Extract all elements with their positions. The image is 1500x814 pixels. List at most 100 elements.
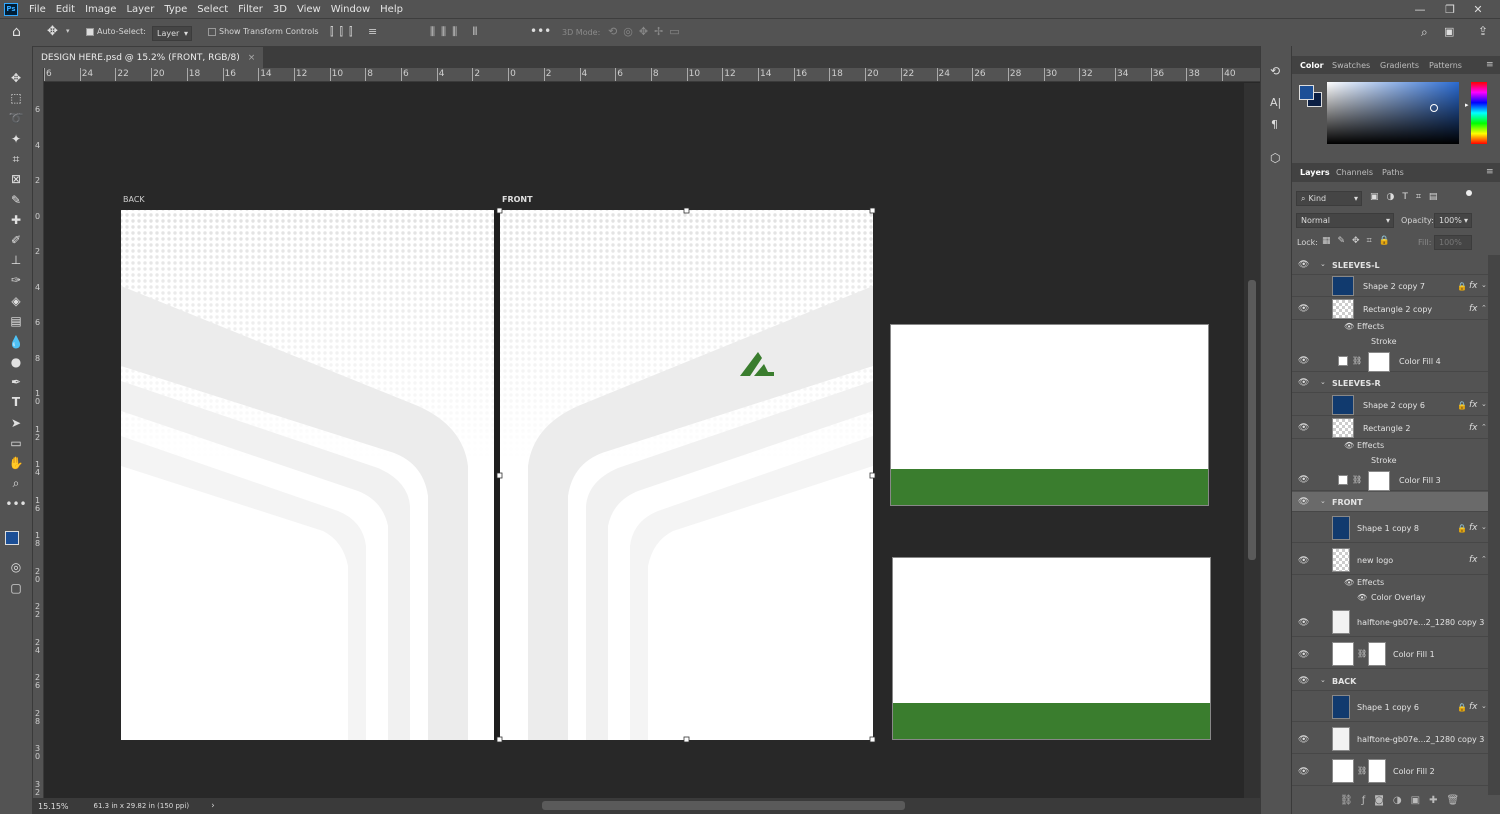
menu-3d[interactable]: 3D (268, 4, 292, 15)
chevron-down-icon[interactable]: ⌄ (1481, 702, 1487, 710)
layer-row[interactable]: 👁 ⛓ Color Fill 3 (1292, 469, 1488, 491)
tab-channels[interactable]: Channels (1336, 168, 1373, 177)
color-overlay-eye-icon[interactable]: 👁 (1357, 593, 1367, 602)
visibility-eye-icon[interactable]: 👁 (1298, 497, 1310, 507)
status-menu-arrow-icon[interactable]: › (211, 801, 215, 811)
fx-icon[interactable]: fx (1469, 423, 1478, 433)
visibility-eye-icon[interactable]: 👁 (1298, 767, 1310, 777)
move-tool-preset-icon[interactable]: ✥ (47, 24, 58, 39)
fx-icon[interactable]: fx (1469, 555, 1478, 565)
layer-group-sleeves-l[interactable]: 👁 ⌄ SLEEVES-L (1292, 255, 1488, 275)
close-window-icon[interactable]: ✕ (1464, 0, 1492, 18)
chevron-down-icon[interactable]: ⌄ (1481, 281, 1487, 289)
visibility-eye-icon[interactable]: 👁 (1298, 556, 1310, 566)
tab-swatches[interactable]: Swatches (1332, 61, 1370, 70)
gradient-tool-icon[interactable]: ▤ (6, 312, 26, 330)
layer-row[interactable]: 👁 halftone-gb07e...2_1280 copy 3 (1292, 607, 1488, 637)
fx-icon[interactable]: fx (1469, 400, 1478, 410)
layer-row[interactable]: 👁 ⛓ Color Fill 2 (1292, 756, 1488, 786)
tab-patterns[interactable]: Patterns (1429, 61, 1462, 70)
vertical-scroll-thumb[interactable] (1248, 280, 1256, 560)
visibility-eye-icon[interactable]: 👁 (1298, 650, 1310, 660)
group-chevron-icon[interactable]: ⌄ (1320, 260, 1326, 268)
marquee-tool-icon[interactable]: ⬚ (6, 89, 26, 107)
crop-tool-icon[interactable]: ⌗ (6, 150, 26, 168)
visibility-eye-icon[interactable]: 👁 (1298, 356, 1310, 366)
filter-toggle-icon[interactable] (1466, 190, 1472, 196)
layer-filter-dropdown[interactable]: ⌕ Kind ▾ (1296, 191, 1362, 206)
chevron-down-icon[interactable]: ⌄ (1481, 400, 1487, 408)
tab-paths[interactable]: Paths (1382, 168, 1404, 177)
effects-eye-icon[interactable]: 👁 (1344, 441, 1354, 450)
tab-color[interactable]: Color (1300, 61, 1324, 70)
lock-icons[interactable]: ▦✎✥⌗🔒 (1322, 236, 1397, 246)
distribute-icons[interactable]: ⫼⫼⫼ ⫴ (430, 25, 483, 39)
blur-tool-icon[interactable]: 💧 (6, 333, 26, 351)
fx-icon[interactable]: fx (1469, 281, 1478, 291)
visibility-eye-icon[interactable]: 👁 (1298, 260, 1310, 270)
align-icons[interactable]: ⫿⫿⫿ ≡ (330, 25, 383, 39)
visibility-eye-icon[interactable]: 👁 (1298, 475, 1310, 485)
dodge-tool-icon[interactable]: ● (6, 353, 26, 371)
layer-group-sleeves-r[interactable]: 👁 ⌄ SLEEVES-R (1292, 373, 1488, 393)
3d-panel-icon[interactable]: ⬡ (1270, 151, 1280, 165)
stamp-tool-icon[interactable]: ⊥ (6, 251, 26, 269)
group-chevron-icon[interactable]: ⌄ (1320, 497, 1326, 505)
visibility-eye-icon[interactable]: 👁 (1298, 423, 1310, 433)
layer-row[interactable]: 👁 Rectangle 2 copy fx ⌃ (1292, 298, 1488, 320)
frame-tool-icon[interactable]: ⊠ (6, 170, 26, 188)
color-foreground-swatch[interactable] (1299, 85, 1314, 100)
more-tools-icon[interactable]: ••• (5, 495, 26, 513)
zoom-tool-icon[interactable]: ⌕ (6, 474, 26, 492)
tab-gradients[interactable]: Gradients (1380, 61, 1419, 70)
hue-slider[interactable] (1471, 82, 1487, 144)
group-chevron-icon[interactable]: ⌄ (1320, 676, 1326, 684)
paragraph-panel-icon[interactable]: ¶ (1271, 118, 1278, 131)
link-icon[interactable]: ⛓ (1352, 475, 1362, 484)
effects-eye-icon[interactable]: 👁 (1344, 578, 1354, 587)
path-select-icon[interactable]: ➤ (6, 414, 26, 432)
layer-row[interactable]: 👁 Rectangle 2 fx ⌃ (1292, 417, 1488, 439)
healing-brush-icon[interactable]: ✚ (6, 211, 26, 229)
rectangle-tool-icon[interactable]: ▭ (6, 434, 26, 452)
layer-group-front[interactable]: 👁 ⌄ FRONT (1292, 492, 1488, 512)
hand-tool-icon[interactable]: ✋ (6, 454, 26, 472)
menu-view[interactable]: View (292, 4, 326, 15)
brush-tool-icon[interactable]: ✐ (6, 231, 26, 249)
eraser-tool-icon[interactable]: ◈ (6, 292, 26, 310)
front-artboard[interactable] (500, 210, 873, 740)
sleeve-right-artboard[interactable] (892, 557, 1211, 740)
magic-wand-tool-icon[interactable]: ✦ (6, 130, 26, 148)
menu-help[interactable]: Help (375, 4, 408, 15)
close-tab-icon[interactable]: × (248, 53, 256, 63)
menu-window[interactable]: Window (326, 4, 375, 15)
link-icon[interactable]: ⛓ (1352, 356, 1362, 365)
visibility-eye-icon[interactable]: 👁 (1298, 378, 1310, 388)
opacity-field[interactable]: 100% ▾ (1434, 213, 1472, 228)
tab-layers[interactable]: Layers (1300, 168, 1330, 177)
chevron-up-icon[interactable]: ⌃ (1481, 555, 1487, 563)
layer-row[interactable]: 👁 halftone-gb07e...2_1280 copy 3 (1292, 724, 1488, 754)
layer-group-back[interactable]: 👁 ⌄ BACK (1292, 671, 1488, 691)
chevron-up-icon[interactable]: ⌃ (1481, 304, 1487, 312)
layer-row[interactable]: Shape 2 copy 6 🔒 fx ⌄ (1292, 394, 1488, 416)
layer-row[interactable]: Shape 1 copy 6 🔒 fx ⌄ (1292, 692, 1488, 722)
effects-eye-icon[interactable]: 👁 (1344, 322, 1354, 331)
eyedropper-tool-icon[interactable]: ✎ (6, 191, 26, 209)
color-panel-menu-icon[interactable]: ≡ (1486, 60, 1494, 70)
layers-scrollbar[interactable] (1488, 255, 1500, 795)
workspace-icon[interactable]: ▣ (1444, 25, 1454, 38)
chevron-down-icon[interactable]: ▾ (66, 27, 70, 35)
fx-icon[interactable]: fx (1469, 523, 1478, 533)
character-panel-icon[interactable]: A| (1270, 96, 1281, 109)
chevron-down-icon[interactable]: ⌄ (1481, 523, 1487, 531)
fx-icon[interactable]: fx (1469, 702, 1478, 712)
back-artboard[interactable] (121, 210, 494, 740)
link-icon[interactable]: ⛓ (1357, 649, 1367, 658)
home-icon[interactable]: ⌂ (12, 24, 21, 40)
menu-layer[interactable]: Layer (121, 4, 159, 15)
foreground-color-swatch[interactable] (5, 531, 19, 545)
share-icon[interactable]: ⇪ (1478, 24, 1488, 38)
group-chevron-icon[interactable]: ⌄ (1320, 378, 1326, 386)
menu-image[interactable]: Image (80, 4, 121, 15)
